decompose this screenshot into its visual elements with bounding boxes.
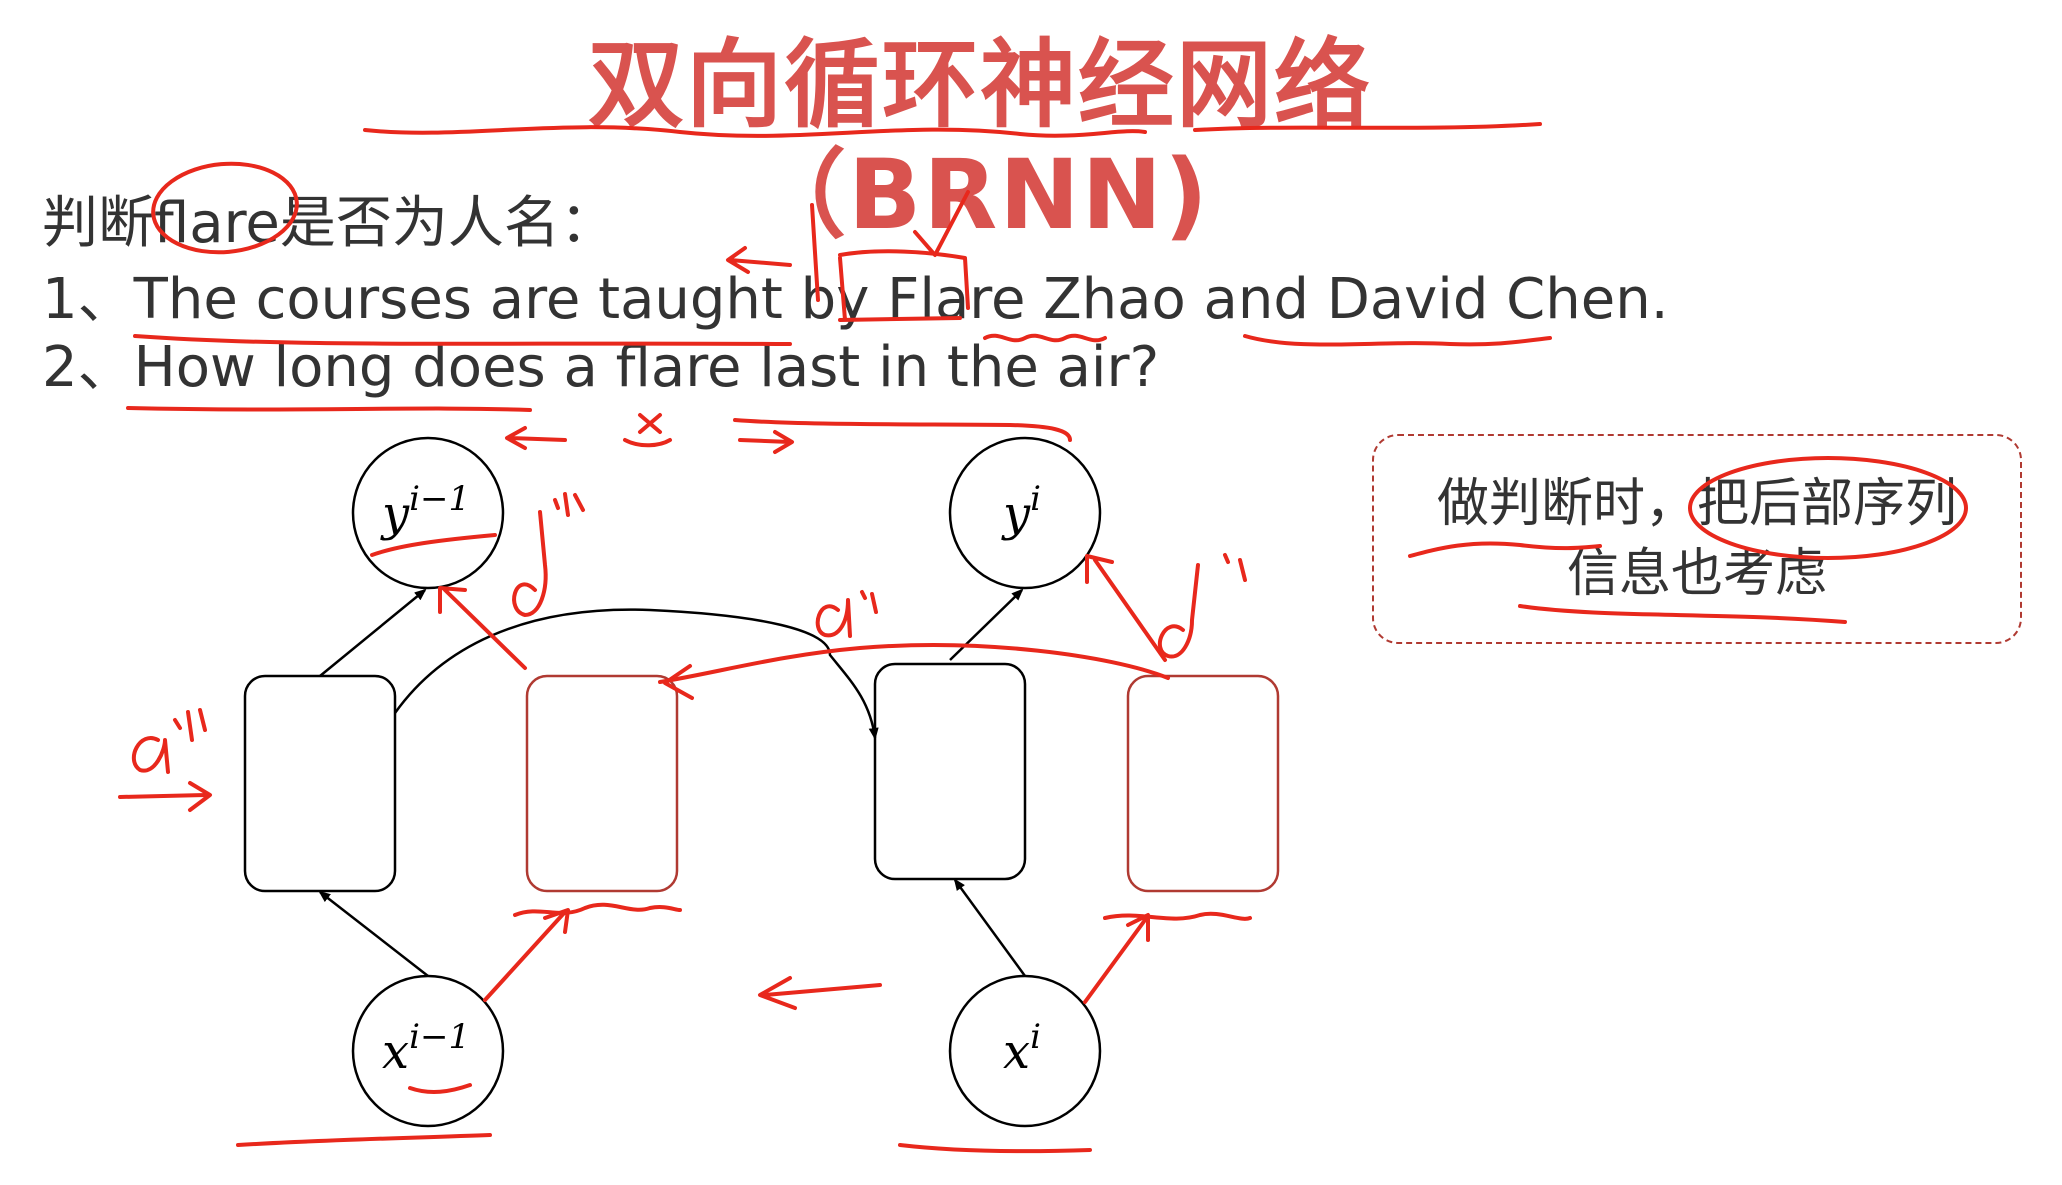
a-cur-right-sup bbox=[1223, 553, 1247, 582]
flare-circle bbox=[151, 161, 299, 255]
backward-direction-arrow bbox=[758, 976, 882, 1010]
arrow-xprev-to-forward-prev bbox=[318, 890, 429, 977]
x-right-arrow bbox=[738, 430, 794, 454]
backward-cell-cur bbox=[1126, 674, 1280, 893]
title-underline bbox=[363, 125, 1147, 138]
note-underline-left bbox=[1408, 541, 1602, 558]
a-cur-right-letter bbox=[1157, 563, 1200, 659]
backward-cur-squiggle bbox=[1103, 911, 1252, 921]
a-cur-mid-sup bbox=[860, 590, 878, 614]
backward-to-ycur-arrow bbox=[1085, 554, 1167, 662]
a-cur-mid-letter bbox=[815, 598, 852, 638]
a-prev-left-arrow bbox=[118, 781, 212, 812]
note-underline-bottom bbox=[1518, 604, 1847, 624]
a-prev-left-letter bbox=[132, 736, 170, 774]
arrow-forward-prev-to-yprev bbox=[319, 588, 427, 677]
slide: 双向循环神经网络（BRNN) 判断flare是否为人名： 1、The cours… bbox=[0, 0, 2062, 1185]
arrow-forward-prev-to-forward-cur bbox=[393, 608, 879, 740]
david-chen-underline bbox=[1243, 334, 1552, 347]
note-circle bbox=[1688, 456, 1968, 560]
backward-cell-prev bbox=[525, 674, 679, 893]
brnn-diagram: yi−1 yi xi−1 xi bbox=[118, 122, 1968, 1154]
xprev-to-backward-arrow bbox=[483, 908, 570, 1002]
a-prev-top-sup bbox=[553, 492, 585, 517]
sentence1-underline bbox=[133, 334, 792, 346]
left-arrow-top bbox=[726, 246, 792, 274]
x-mark bbox=[623, 413, 672, 448]
forward-cell-cur bbox=[873, 662, 1027, 881]
title-brnn-underline bbox=[1193, 122, 1542, 132]
flare-bracket bbox=[838, 249, 970, 322]
xcur-bottom-underline bbox=[898, 1143, 1092, 1154]
bracket-tick bbox=[810, 203, 820, 302]
backward-arrowhead bbox=[663, 664, 694, 700]
xprev-bottom-underline bbox=[236, 1133, 492, 1147]
zhao-squiggle bbox=[983, 333, 1107, 343]
backward-prev-squiggle bbox=[513, 902, 682, 917]
forward-cell-prev bbox=[243, 674, 397, 893]
arrow-xcur-to-forward-cur bbox=[953, 878, 1027, 977]
x-left-arrow bbox=[505, 426, 567, 450]
sentence2-underline-left bbox=[126, 406, 532, 412]
a-prev-top-letter bbox=[512, 510, 548, 617]
check-mark bbox=[913, 190, 970, 257]
a-prev-left-sup bbox=[173, 708, 207, 742]
xcur-to-backward-arrow bbox=[1083, 913, 1150, 1004]
